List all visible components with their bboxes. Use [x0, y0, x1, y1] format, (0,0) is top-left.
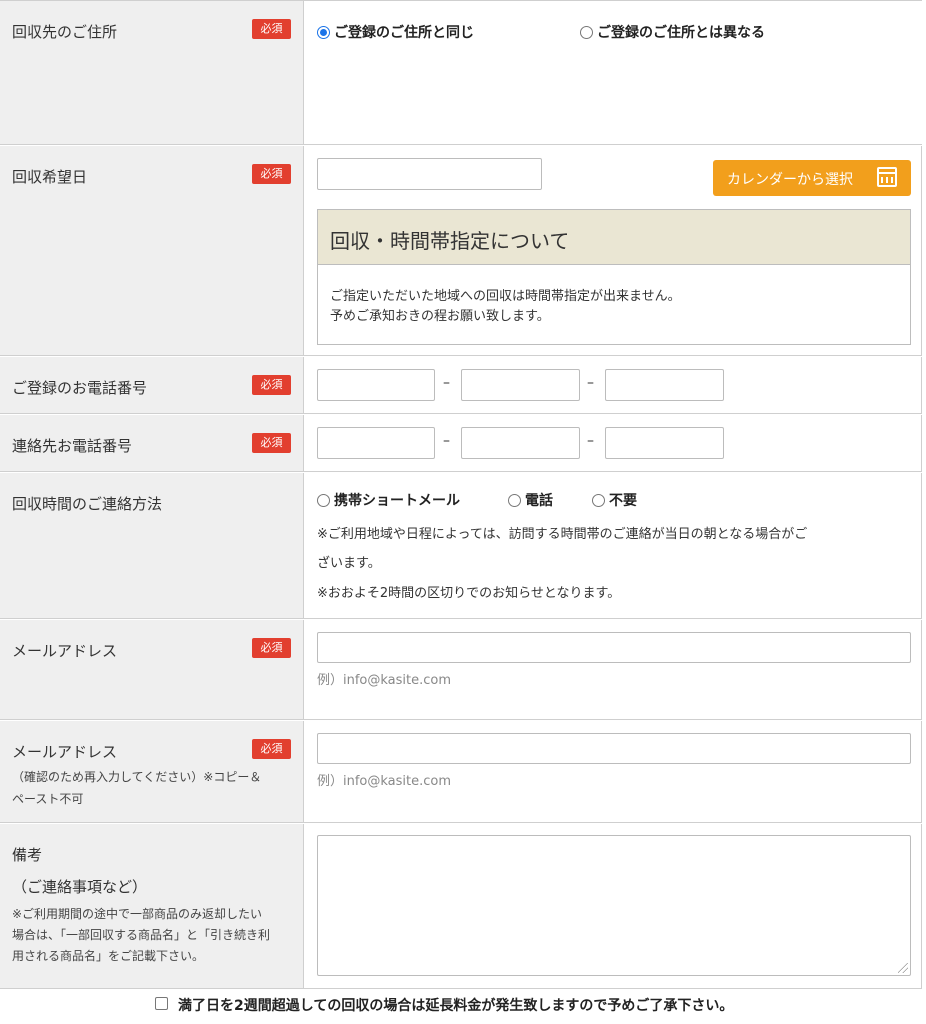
contact-method-label-cell: 回収時間のご連絡方法 — [0, 473, 304, 618]
contact-note-line: ざいます。 — [317, 556, 381, 571]
remarks-label: 備考 — [12, 846, 43, 864]
notice-line: 予めご承知おきの程お願い致します。 — [330, 309, 550, 324]
sms-radio[interactable] — [317, 494, 330, 507]
email-confirm-input[interactable] — [317, 733, 911, 764]
address-same-label: ご登録のご住所と同じ — [334, 25, 474, 41]
phone-label: 電話 — [525, 493, 553, 509]
required-badge: 必須 — [252, 164, 291, 184]
pickup-date-label-cell: 回収希望日 必須 — [0, 146, 304, 355]
phone-separator: – — [587, 433, 594, 449]
address-different-label: ご登録のご住所とは異なる — [597, 25, 765, 41]
remarks-note-line: ※ご利用期間の途中で一部商品のみ返却したい — [12, 907, 263, 921]
contact-method-phone[interactable]: 電話 — [508, 490, 553, 510]
contact-method-sms[interactable]: 携帯ショートメール — [317, 490, 460, 510]
calendar-select-button[interactable]: カレンダーから選択 — [713, 160, 911, 196]
address-option-different[interactable]: ご登録のご住所とは異なる — [580, 22, 765, 42]
pickup-date-input[interactable] — [317, 158, 542, 190]
remarks-textarea[interactable] — [317, 835, 911, 976]
registered-phone-part1[interactable] — [317, 369, 435, 401]
registered-phone-part3[interactable] — [605, 369, 724, 401]
pickup-date-label: 回収希望日 — [12, 168, 88, 186]
none-radio[interactable] — [592, 494, 605, 507]
address-different-radio[interactable] — [580, 26, 593, 39]
email-label: メールアドレス — [12, 642, 118, 660]
resize-grip-icon[interactable] — [898, 963, 908, 973]
registered-phone-label: ご登録のお電話番号 — [12, 379, 148, 397]
remarks-label-cell: 備考 （ご連絡事項など） ※ご利用期間の途中で一部商品のみ返却したい 場合は、「… — [0, 824, 304, 988]
required-badge: 必須 — [252, 19, 291, 39]
email-confirm-label: メールアドレス — [12, 743, 118, 761]
phone-separator: – — [443, 375, 450, 391]
email-confirm-hint: 例）info@kasite.com — [317, 774, 452, 789]
remarks-sub-label: （ご連絡事項など） — [12, 878, 148, 896]
address-label-cell: 回収先のご住所 必須 — [0, 1, 304, 144]
notice-header: 回収・時間帯指定について — [318, 210, 910, 265]
registered-phone-label-cell: ご登録のお電話番号 必須 — [0, 357, 304, 413]
extension-fee-agreement: 満了日を2週間超過しての回収の場合は延長料金が発生致しますので予めご了承下さい。 — [178, 998, 734, 1014]
remarks-note-line: 用される商品名」をご記載下さい。 — [12, 949, 205, 963]
calendar-button-label: カレンダーから選択 — [727, 172, 853, 188]
address-same-radio[interactable] — [317, 26, 330, 39]
address-label: 回収先のご住所 — [12, 23, 118, 41]
email-confirm-sub: （確認のため再入力してください）※コピー＆ — [12, 770, 262, 784]
phone-separator: – — [587, 375, 594, 391]
notice-line: ご指定いただいた地域への回収は時間帯指定が出来ません。 — [330, 289, 681, 304]
contact-phone-part2[interactable] — [461, 427, 580, 459]
required-badge: 必須 — [252, 739, 291, 759]
remarks-note-line: 場合は、「一部回収する商品名」と「引き続き利 — [12, 928, 271, 942]
registered-phone-part2[interactable] — [461, 369, 580, 401]
email-confirm-sub: ペースト不可 — [12, 792, 84, 806]
contact-phone-label-cell: 連絡先お電話番号 必須 — [0, 415, 304, 471]
calendar-icon — [877, 167, 897, 187]
notice-body: ご指定いただいた地域への回収は時間帯指定が出来ません。 予めご承知おきの程お願い… — [330, 287, 681, 327]
none-label: 不要 — [609, 493, 637, 509]
contact-method-label: 回収時間のご連絡方法 — [12, 495, 163, 513]
email-label-cell: メールアドレス 必須 — [0, 620, 304, 719]
phone-separator: – — [443, 433, 450, 449]
contact-note-line: ※おおよそ2時間の区切りでのお知らせとなります。 — [317, 586, 621, 601]
contact-phone-label: 連絡先お電話番号 — [12, 437, 133, 455]
contact-phone-part1[interactable] — [317, 427, 435, 459]
contact-note-line: ※ご利用地域や日程によっては、訪問する時間帯のご連絡が当日の朝となる場合がご — [317, 527, 808, 542]
required-badge: 必須 — [252, 638, 291, 658]
required-badge: 必須 — [252, 375, 291, 395]
notice-title: 回収・時間帯指定について — [330, 229, 570, 253]
contact-phone-part3[interactable] — [605, 427, 724, 459]
contact-method-none[interactable]: 不要 — [592, 490, 637, 510]
email-hint: 例）info@kasite.com — [317, 673, 452, 688]
extension-fee-checkbox[interactable] — [155, 997, 168, 1010]
email-input[interactable] — [317, 632, 911, 663]
address-option-same[interactable]: ご登録のご住所と同じ — [317, 22, 474, 42]
phone-radio[interactable] — [508, 494, 521, 507]
email-confirm-label-cell: メールアドレス 必須 （確認のため再入力してください）※コピー＆ ペースト不可 — [0, 721, 304, 822]
required-badge: 必須 — [252, 433, 291, 453]
sms-label: 携帯ショートメール — [334, 493, 460, 509]
